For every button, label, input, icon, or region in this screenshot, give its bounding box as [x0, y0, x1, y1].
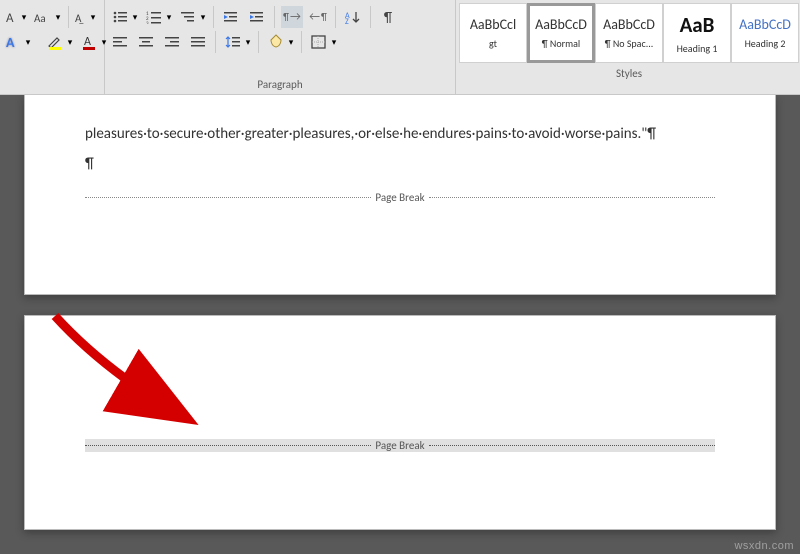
chevron-down-icon: ▾	[54, 12, 62, 23]
text-effects-dropdown[interactable]: A ▾	[4, 31, 32, 53]
bullets-dropdown[interactable]: ▾	[109, 6, 139, 28]
svg-text:A: A	[84, 35, 91, 49]
page-break-label: Page Break	[371, 191, 428, 204]
ltr-button[interactable]: ¶→	[281, 6, 303, 28]
ribbon: A ▾ Aa ▾ A̲ ▾	[0, 0, 800, 95]
style-tile-no-spacing[interactable]: AaBbCcD ¶ No Spac...	[595, 3, 663, 63]
highlight-icon	[44, 31, 66, 53]
svg-text:Aa: Aa	[34, 12, 46, 24]
document-area: pleasures·to·secure·other·greater·pleasu…	[0, 95, 800, 554]
svg-text:A: A	[6, 11, 14, 24]
chevron-down-icon: ▾	[287, 37, 295, 48]
page-break-marker-selected[interactable]: Page Break	[85, 439, 715, 452]
font-group-label	[4, 75, 100, 94]
sort-icon: AZ	[342, 6, 364, 28]
align-right-button[interactable]	[161, 31, 183, 53]
svg-text:Z: Z	[345, 17, 349, 24]
svg-text:A̲: A̲	[75, 12, 84, 24]
chevron-down-icon: ▾	[244, 37, 252, 48]
style-name: ¶ Normal	[542, 37, 580, 50]
paragraph-group: ▾ 123 ▾ ▾	[105, 0, 456, 94]
text-effects-icon: A	[4, 31, 24, 53]
font-color-dropdown[interactable]: A ▾	[78, 31, 108, 53]
style-name: ¶ No Spac...	[605, 37, 654, 50]
align-center-button[interactable]	[135, 31, 157, 53]
font-color-icon: A	[78, 31, 100, 53]
style-tile-gt[interactable]: AaBbCcl gt	[459, 3, 527, 63]
borders-icon	[308, 31, 330, 53]
svg-text:A: A	[6, 34, 15, 50]
chevron-down-icon: ▾	[131, 12, 139, 23]
change-case-icon: A̲	[75, 6, 89, 28]
style-sample: AaBbCcD	[739, 16, 791, 33]
font-group: A ▾ Aa ▾ A̲ ▾	[0, 0, 105, 94]
increase-indent-button[interactable]	[246, 6, 268, 28]
pilcrow-mark[interactable]: ¶	[85, 155, 715, 173]
svg-text:3: 3	[146, 21, 149, 24]
style-tile-normal[interactable]: AaBbCcD ¶ Normal	[527, 3, 595, 63]
styles-group-label: Styles	[458, 64, 800, 83]
font-dropdown[interactable]: A ▾	[4, 6, 28, 28]
style-name: Heading 2	[745, 37, 786, 50]
style-sample: AaB	[680, 12, 715, 38]
chevron-down-icon: ▾	[330, 37, 338, 48]
numbering-icon: 123	[143, 6, 165, 28]
borders-dropdown[interactable]: ▾	[308, 31, 338, 53]
page-2[interactable]: Page Break	[24, 315, 776, 530]
style-tile-heading-2[interactable]: AaBbCcD Heading 2	[731, 3, 799, 63]
line-spacing-icon	[222, 31, 244, 53]
chevron-down-icon: ▾	[165, 12, 173, 23]
font-size-icon: Aa	[32, 6, 54, 28]
watermark: wsxdn.com	[734, 540, 794, 552]
page-break-label: Page Break	[371, 439, 428, 452]
paragraph-group-label: Paragraph	[109, 75, 451, 94]
justify-button[interactable]	[187, 31, 209, 53]
chevron-down-icon: ▾	[89, 12, 97, 23]
style-name: gt	[489, 37, 497, 50]
style-name: Heading 1	[677, 42, 718, 55]
page-1[interactable]: pleasures·to·secure·other·greater·pleasu…	[24, 95, 776, 295]
change-case-dropdown[interactable]: A̲ ▾	[75, 6, 97, 28]
paragraph-text[interactable]: pleasures·to·secure·other·greater·pleasu…	[85, 125, 715, 145]
font-size-dropdown[interactable]: Aa ▾	[32, 6, 62, 28]
line-spacing-dropdown[interactable]: ▾	[222, 31, 252, 53]
page-break-line	[85, 197, 371, 198]
style-sample: AaBbCcl	[470, 16, 516, 33]
decrease-indent-button[interactable]	[220, 6, 242, 28]
shading-icon	[265, 31, 287, 53]
style-tile-heading-1[interactable]: AaB Heading 1	[663, 3, 731, 63]
chevron-down-icon: ▾	[199, 12, 207, 23]
show-marks-button[interactable]: ¶	[377, 6, 399, 28]
chevron-down-icon: ▾	[24, 37, 32, 48]
page-break-line	[429, 197, 715, 198]
numbering-dropdown[interactable]: 123 ▾	[143, 6, 173, 28]
font-icon: A	[4, 6, 20, 28]
chevron-down-icon: ▾	[20, 12, 28, 23]
shading-dropdown[interactable]: ▾	[265, 31, 295, 53]
style-sample: AaBbCcD	[603, 16, 655, 33]
rtl-button[interactable]: ←¶	[307, 6, 329, 28]
styles-group: AaBbCcl gt AaBbCcD ¶ Normal AaBbCcD ¶ No…	[456, 0, 800, 94]
multilevel-icon	[177, 6, 199, 28]
page-break-line	[85, 445, 371, 446]
page-break-line	[429, 445, 715, 446]
bullets-icon	[109, 6, 131, 28]
ltr-icon: ¶→	[281, 6, 303, 28]
align-left-button[interactable]	[109, 31, 131, 53]
chevron-down-icon: ▾	[66, 37, 74, 48]
page-break-marker[interactable]: Page Break	[85, 191, 715, 204]
styles-gallery[interactable]: AaBbCcl gt AaBbCcD ¶ Normal AaBbCcD ¶ No…	[458, 2, 800, 64]
multilevel-dropdown[interactable]: ▾	[177, 6, 207, 28]
highlight-dropdown[interactable]: ▾	[44, 31, 74, 53]
sort-button[interactable]: AZ	[342, 6, 364, 28]
style-sample: AaBbCcD	[535, 16, 587, 33]
